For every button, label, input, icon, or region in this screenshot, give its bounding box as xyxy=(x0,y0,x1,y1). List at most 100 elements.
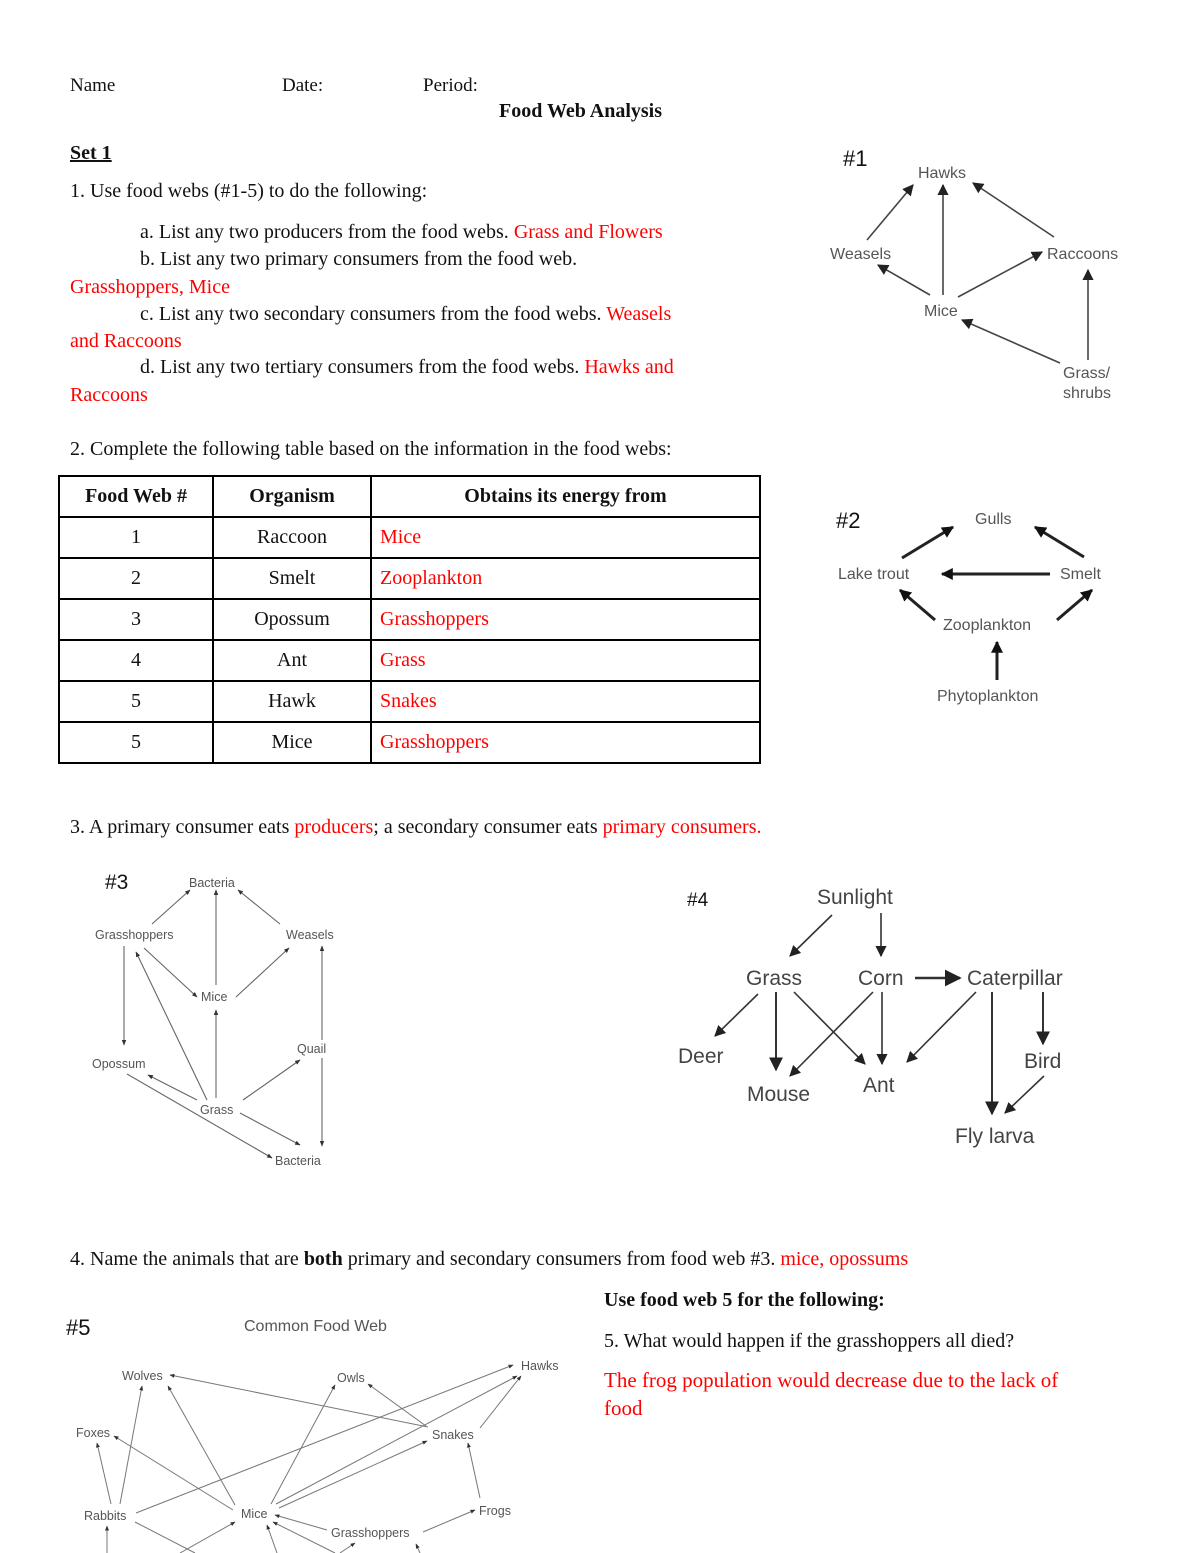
table-row: 5 Hawk Snakes xyxy=(58,680,761,723)
web4-arrow xyxy=(714,993,759,1037)
web5-arrow xyxy=(169,1373,429,1428)
cell-organism: Smelt xyxy=(212,557,372,600)
q1b-question: b. List any two primary consumers from t… xyxy=(140,248,578,270)
q2-prompt: 2. Complete the following table based on… xyxy=(70,438,672,460)
web1-node-raccoons: Raccoons xyxy=(1047,246,1118,263)
web2-node-phytoplankton: Phytoplankton xyxy=(937,688,1038,705)
food-web-4-diagram: #4 Sunlight Grass Corn Caterpillar Deer … xyxy=(678,886,1063,1148)
web5-arrow xyxy=(275,1375,518,1505)
web4-arrow xyxy=(789,914,833,957)
q1a: a. List any two producers from the food … xyxy=(140,219,663,246)
web1-arrow xyxy=(957,251,1043,298)
web1-node-hawks: Hawks xyxy=(918,165,966,182)
web4-arrow xyxy=(789,991,874,1077)
table-row: 2 Smelt Zooplankton xyxy=(58,557,761,600)
web5-arrow xyxy=(415,1543,421,1553)
table-row: 1 Raccoon Mice xyxy=(58,516,761,559)
q1c-answer: Weasels xyxy=(606,303,672,325)
q1b-answer: Grasshoppers, Mice xyxy=(70,276,230,298)
web4-arrow xyxy=(1004,1075,1045,1114)
q1-prompt: 1. Use food webs (#1-5) to do the follow… xyxy=(70,180,428,202)
web5-arrow xyxy=(479,1375,522,1429)
web5-node-mice: Mice xyxy=(241,1507,267,1521)
web3-node-weasels: Weasels xyxy=(286,928,334,942)
cell-web: 1 xyxy=(58,516,214,559)
web1-node-shrubs: shrubs xyxy=(1063,385,1111,402)
col-header-web: Food Web # xyxy=(58,475,214,518)
q5-answer-cont: food xyxy=(604,1396,643,1420)
web4-node-corn: Corn xyxy=(858,967,904,990)
date-label: Date: xyxy=(282,75,324,96)
cell-web: 4 xyxy=(58,639,214,682)
web5-node-frogs: Frogs xyxy=(479,1504,511,1518)
web1-arrow xyxy=(972,182,1055,238)
period-label: Period: xyxy=(423,75,478,96)
web3-node-opossum: Opossum xyxy=(92,1057,146,1071)
web3-label: #3 xyxy=(105,871,128,894)
web1-node-mice: Mice xyxy=(924,303,958,320)
web5-node-grasshoppers: Grasshoppers xyxy=(331,1526,410,1540)
q1c-answer-cont: and Raccoons xyxy=(70,330,182,352)
web5-label: #5 xyxy=(66,1315,90,1340)
web4-node-grass: Grass xyxy=(746,967,802,990)
web2-label: #2 xyxy=(836,508,860,533)
web3-arrow xyxy=(242,1059,301,1101)
web5-arrow xyxy=(467,1442,481,1499)
web1-label: #1 xyxy=(843,146,867,171)
web5-arrow xyxy=(266,1524,278,1553)
q5-intro: Use food web 5 for the following: xyxy=(604,1289,885,1311)
q3-part1: 3. A primary consumer eats xyxy=(70,816,290,838)
web4-node-sunlight: Sunlight xyxy=(817,886,893,909)
cell-energy: Zooplankton xyxy=(370,557,761,600)
q4-part1: 4. Name the animals that are xyxy=(70,1248,299,1270)
web3-arrow xyxy=(126,1073,273,1159)
web1-arrow xyxy=(960,318,1061,364)
web2-arrow xyxy=(1033,525,1085,559)
table-row: 4 Ant Grass xyxy=(58,639,761,682)
web2-node-lake-trout: Lake trout xyxy=(838,566,910,583)
web3-node-bacteria-bottom: Bacteria xyxy=(275,1154,321,1168)
web5-arrow xyxy=(339,1542,356,1553)
web5-arrow xyxy=(274,1514,328,1531)
web4-node-ant: Ant xyxy=(863,1074,895,1097)
q4-part2: primary and secondary consumers from foo… xyxy=(347,1248,776,1270)
q1d-answer-cont: Raccoons xyxy=(70,384,148,406)
web3-arrow xyxy=(135,951,208,1101)
page-title: Food Web Analysis xyxy=(499,100,663,122)
q4-bold: both xyxy=(303,1248,343,1270)
web5-arrow xyxy=(367,1383,427,1427)
web2-node-zooplankton: Zooplankton xyxy=(943,617,1031,634)
web3-node-mice: Mice xyxy=(201,990,227,1004)
q1d: d. List any two tertiary consumers from … xyxy=(140,354,674,381)
web5-arrow xyxy=(113,1435,234,1511)
web5-node-foxes: Foxes xyxy=(76,1426,110,1440)
web2-node-smelt: Smelt xyxy=(1060,566,1101,583)
cell-energy: Mice xyxy=(370,516,761,559)
web2-node-gulls: Gulls xyxy=(975,511,1011,528)
web3-arrow xyxy=(147,1074,198,1101)
web3-node-bacteria-top: Bacteria xyxy=(189,876,235,890)
q3: 3. A primary consumer eats producers; a … xyxy=(70,814,761,841)
table-header-row: Food Web # Organism Obtains its energy f… xyxy=(58,475,761,518)
web5-arrow xyxy=(272,1521,336,1553)
q4: 4. Name the animals that are both primar… xyxy=(70,1246,908,1273)
cell-web: 5 xyxy=(58,721,214,764)
food-web-2-diagram: #2 Gulls Lake trout Smelt Zooplankton Ph… xyxy=(836,508,1101,705)
web4-node-caterpillar: Caterpillar xyxy=(967,967,1063,990)
web2-arrow xyxy=(899,588,936,622)
web3-arrow xyxy=(151,889,191,925)
cell-web: 3 xyxy=(58,598,214,641)
q5-question: 5. What would happen if the grasshoppers… xyxy=(604,1330,1015,1352)
q1c-question: c. List any two secondary consumers from… xyxy=(140,303,602,325)
q4-answer: mice, opossums xyxy=(780,1248,909,1270)
web3-arrow xyxy=(143,947,198,998)
q3-answer2: primary consumers. xyxy=(602,816,762,838)
q1d-question: d. List any two tertiary consumers from … xyxy=(140,356,580,378)
col-header-organism: Organism xyxy=(212,475,372,518)
web5-title: Common Food Web xyxy=(244,1318,387,1335)
q3-answer1: producers xyxy=(294,816,374,838)
web4-node-bird: Bird xyxy=(1024,1050,1061,1073)
cell-web: 5 xyxy=(58,680,214,723)
q5-answer: The frog population would decrease due t… xyxy=(604,1368,1059,1392)
web3-node-grasshoppers: Grasshoppers xyxy=(95,928,174,942)
